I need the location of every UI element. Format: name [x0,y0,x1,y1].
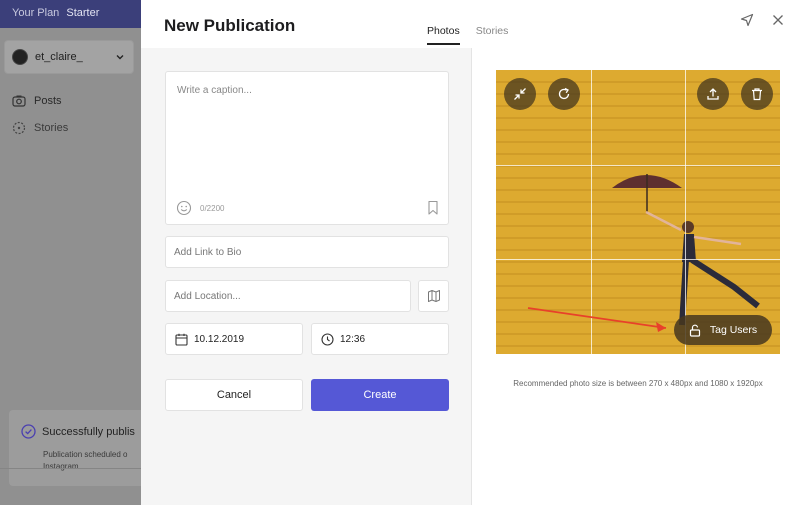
divider [0,468,141,469]
date-field[interactable]: 10.12.2019 [165,323,303,355]
upload-icon [707,88,719,100]
app-sidebar: Your Plan Starter et_claire_ Posts Stori… [0,0,141,505]
tag-users-button[interactable]: Tag Users [674,315,772,345]
camera-icon [12,95,26,107]
date-value: 10.12.2019 [194,333,245,345]
account-select[interactable]: et_claire_ [4,40,134,74]
time-field[interactable]: 12:36 [311,323,449,355]
stories-icon [12,121,26,135]
collapse-icon [514,88,526,100]
success-toast: Successfully publis Publication schedule… [9,410,141,486]
link-placeholder: Add Link to Bio [174,246,242,258]
toast-title: Successfully publis [42,425,135,438]
sidebar-item-label: Posts [34,95,62,107]
avatar [12,49,28,65]
grid-line [496,165,780,166]
unlock-icon [689,324,700,337]
sidebar-item-posts[interactable]: Posts [12,94,62,108]
check-circle-icon [21,424,36,439]
grid-line [496,259,780,260]
account-name: et_claire_ [35,51,83,63]
toast-body-line: Instagram [43,462,79,471]
new-publication-modal: New Publication Photos Stories Write a c… [141,0,800,505]
chevron-down-icon [111,48,129,66]
upload-button[interactable] [697,78,729,110]
close-icon[interactable] [770,12,786,28]
bookmark-icon[interactable] [426,200,440,216]
calendar-icon [175,333,188,346]
plan-label: Your Plan [12,7,60,19]
page-title: New Publication [164,16,296,35]
toast-body-line: Publication scheduled o [43,450,128,459]
send-icon[interactable] [739,12,755,28]
map-icon [427,290,440,302]
publication-form: Write a caption... 0/2200 Add Link to Bi… [141,48,471,505]
map-button[interactable] [418,280,449,312]
photo-preview: Tag Users [496,70,780,354]
location-placeholder: Add Location... [174,290,241,302]
photo-size-recommendation: Recommended photo size is between 270 x … [513,379,763,388]
photo-image [496,81,780,347]
grid-line [591,70,592,354]
sidebar-item-stories[interactable]: Stories [12,121,68,135]
plan-name: Starter [66,7,100,19]
char-count: 0/2200 [200,204,225,213]
crop-button[interactable] [504,78,536,110]
cancel-button[interactable]: Cancel [165,379,303,411]
clock-icon [321,332,334,346]
trash-icon [752,88,762,101]
photo-preview-panel: Tag Users Recommended photo size is betw… [472,48,800,505]
tag-users-label: Tag Users [709,324,758,336]
rotate-button[interactable] [548,78,580,110]
location-field[interactable]: Add Location... [165,280,411,312]
caption-input[interactable]: Write a caption... 0/2200 [165,71,449,225]
tab-bar: Photos Stories [427,25,524,45]
create-button[interactable]: Create [311,379,449,411]
tab-stories[interactable]: Stories [476,25,509,45]
link-to-bio-field[interactable]: Add Link to Bio [165,236,449,268]
plan-bar: Your Plan Starter [0,0,141,28]
toast-body: Publication scheduled o Instagram [43,449,141,473]
delete-button[interactable] [741,78,773,110]
tab-photos[interactable]: Photos [427,25,460,45]
sidebar-item-label: Stories [34,122,69,134]
rotate-icon [558,87,570,100]
emoji-icon[interactable] [176,200,192,216]
grid-line [685,70,686,354]
time-value: 12:36 [340,333,366,345]
caption-placeholder: Write a caption... [177,85,252,96]
